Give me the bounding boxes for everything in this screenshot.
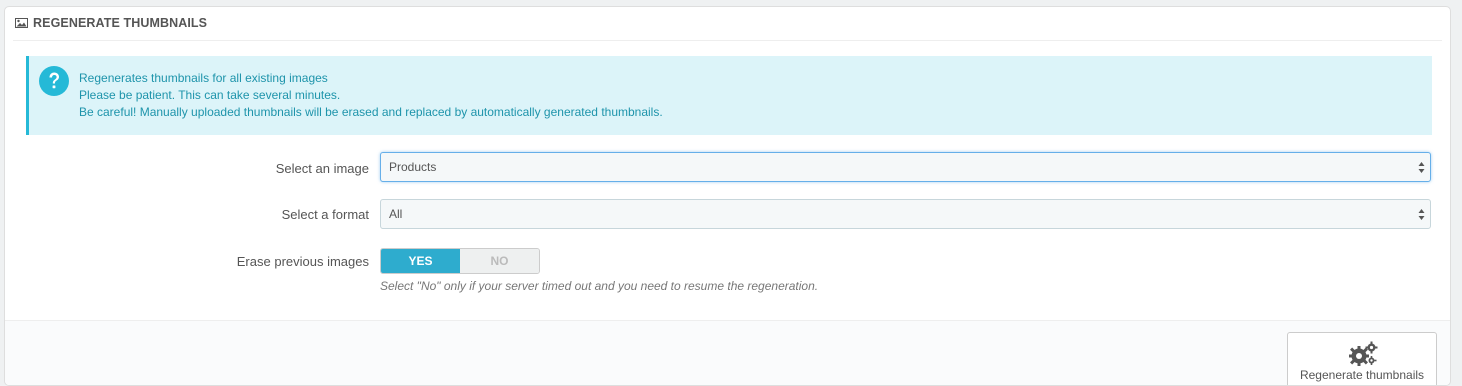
select-format-label: Select a format — [281, 207, 369, 222]
gears-icon — [1349, 341, 1378, 366]
erase-no-option[interactable]: NO — [460, 249, 539, 273]
erase-yes-option[interactable]: YES — [381, 249, 460, 273]
alert-line: Regenerates thumbnails for all existing … — [79, 71, 328, 85]
erase-help-text: Select "No" only if your server timed ou… — [380, 279, 819, 293]
panel-footer: Regenerate thumbnails — [5, 320, 1450, 385]
heading-divider — [13, 40, 1442, 41]
info-alert: Regenerates thumbnails for all existing … — [26, 56, 1432, 135]
select-image-value: Products — [389, 160, 437, 174]
select-arrows-icon — [1418, 162, 1425, 173]
select-format-dropdown[interactable]: All — [380, 199, 1431, 229]
alert-text: Regenerates thumbnails for all existing … — [79, 70, 663, 121]
regenerate-thumbnails-panel: Regenerate thumbnails Regenerates thumbn… — [4, 6, 1451, 386]
regenerate-thumbnails-button[interactable]: Regenerate thumbnails — [1287, 332, 1437, 385]
select-image-label: Select an image — [275, 161, 369, 176]
alert-line: Be careful! Manually uploaded thumbnails… — [79, 105, 663, 119]
erase-images-switch: YES NO — [380, 248, 540, 274]
question-circle-icon — [39, 66, 69, 96]
erase-images-label: Erase previous images — [236, 254, 369, 269]
regenerate-button-label: Regenerate thumbnails — [1299, 368, 1425, 382]
alert-line: Please be patient. This can take several… — [79, 88, 341, 102]
select-format-value: All — [389, 207, 403, 221]
select-image-dropdown[interactable]: Products — [380, 152, 1431, 182]
panel-heading: Regenerate thumbnails — [5, 7, 1450, 39]
panel-title: Regenerate thumbnails — [33, 16, 208, 30]
image-icon — [15, 18, 28, 28]
select-arrows-icon — [1418, 209, 1425, 220]
